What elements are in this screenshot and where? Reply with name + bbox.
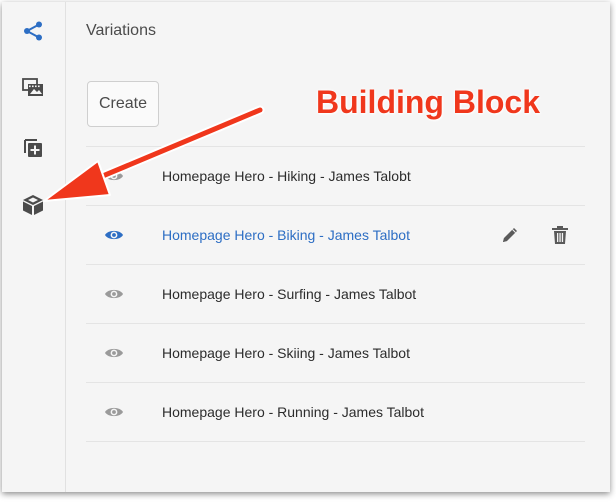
panel-title: Variations bbox=[86, 22, 156, 39]
create-button[interactable]: Create bbox=[87, 81, 159, 127]
eye-icon[interactable] bbox=[104, 405, 124, 419]
building-block-button[interactable] bbox=[16, 188, 50, 222]
images-icon bbox=[22, 78, 43, 96]
variation-label[interactable]: Homepage Hero - Surfing - James Talbot bbox=[162, 286, 416, 302]
building-block-callout: Building Block bbox=[316, 84, 540, 120]
variation-label[interactable]: Homepage Hero - Hiking - James Talobt bbox=[162, 168, 411, 184]
list-item[interactable]: Homepage Hero - Hiking - James Talobt bbox=[86, 147, 585, 206]
edit-button[interactable] bbox=[499, 224, 521, 246]
cube-icon bbox=[23, 195, 43, 215]
variation-label[interactable]: Homepage Hero - Skiing - James Talbot bbox=[162, 345, 410, 361]
delete-button[interactable] bbox=[549, 224, 571, 246]
variation-label[interactable]: Homepage Hero - Biking - James Talbot bbox=[162, 227, 410, 243]
variation-label[interactable]: Homepage Hero - Running - James Talbot bbox=[162, 404, 424, 420]
list-item[interactable]: Homepage Hero - Skiing - James Talbot bbox=[86, 324, 585, 383]
images-button[interactable] bbox=[16, 71, 50, 105]
delete-icon bbox=[552, 226, 568, 244]
eye-icon[interactable] bbox=[104, 346, 124, 360]
app-window: Variations Create Homepage Hero - Hiking… bbox=[2, 2, 610, 492]
share-button[interactable] bbox=[16, 14, 50, 48]
add-copy-icon bbox=[24, 139, 42, 157]
list-item[interactable]: Homepage Hero - Surfing - James Talbot bbox=[86, 265, 585, 324]
eye-icon[interactable] bbox=[104, 228, 124, 242]
variations-panel: Variations Create Homepage Hero - Hiking… bbox=[66, 2, 610, 492]
left-rail bbox=[2, 2, 66, 492]
list-item-selected[interactable]: Homepage Hero - Biking - James Talbot bbox=[86, 206, 585, 265]
eye-icon[interactable] bbox=[104, 169, 124, 183]
edit-icon bbox=[503, 228, 517, 242]
share-icon bbox=[24, 21, 42, 41]
variation-list: Homepage Hero - Hiking - James Talobt Ho… bbox=[86, 146, 585, 442]
list-item[interactable]: Homepage Hero - Running - James Talbot bbox=[86, 383, 585, 442]
eye-icon[interactable] bbox=[104, 287, 124, 301]
add-copy-button[interactable] bbox=[16, 130, 50, 164]
